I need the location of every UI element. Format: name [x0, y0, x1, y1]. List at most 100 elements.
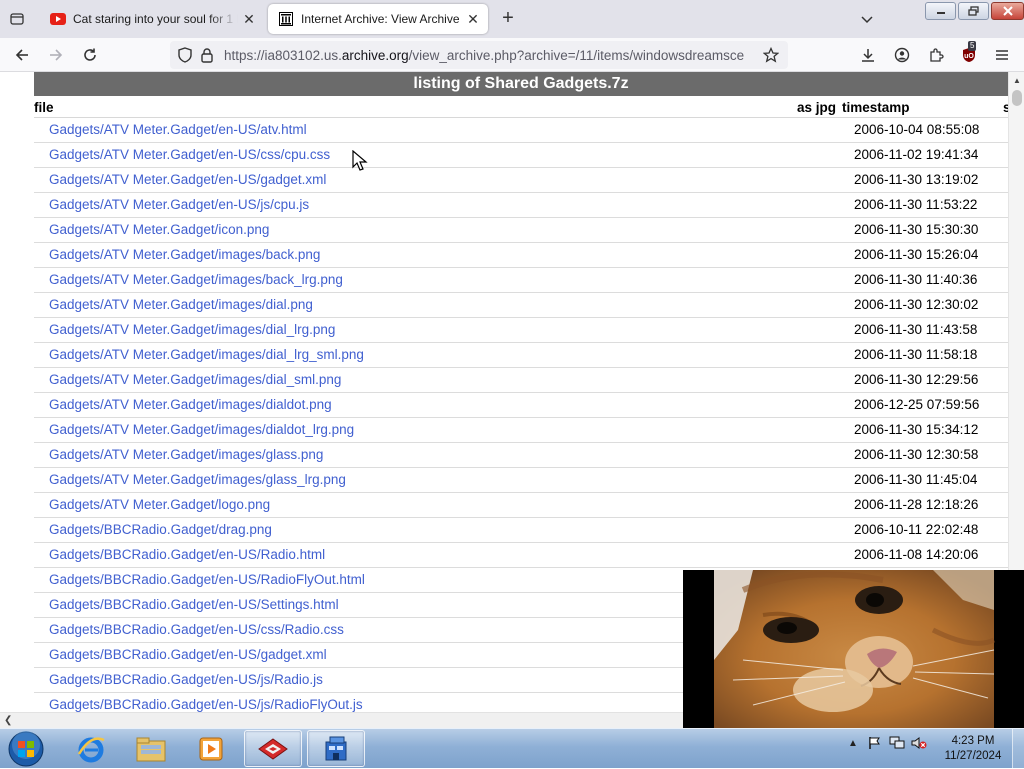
- reload-button[interactable]: [78, 43, 102, 67]
- tracking-protection-shield-icon[interactable]: [174, 44, 196, 66]
- file-link[interactable]: Gadgets/ATV Meter.Gadget/images/back_lrg…: [49, 272, 343, 287]
- network-icon[interactable]: [889, 735, 905, 751]
- scroll-up-arrow-icon[interactable]: ▲: [1013, 76, 1021, 85]
- file-link[interactable]: Gadgets/ATV Meter.Gadget/icon.png: [49, 222, 269, 237]
- downloads-button[interactable]: [856, 43, 880, 67]
- file-link[interactable]: Gadgets/ATV Meter.Gadget/images/dial_lrg…: [49, 322, 335, 337]
- table-row: Gadgets/ATV Meter.Gadget/images/glass.pn…: [34, 443, 1008, 468]
- hamburger-menu-icon: [996, 50, 1008, 60]
- ublock-origin-button[interactable]: uO 5: [957, 41, 981, 67]
- file-link[interactable]: Gadgets/BBCRadio.Gadget/en-US/gadget.xml: [49, 647, 327, 662]
- file-link[interactable]: Gadgets/BBCRadio.Gadget/en-US/Radio.html: [49, 547, 325, 562]
- timestamp-cell: 2006-11-30 11:40:36: [854, 272, 978, 287]
- reload-icon: [84, 48, 96, 61]
- taskbar-blue-app[interactable]: [307, 730, 365, 767]
- file-link[interactable]: Gadgets/ATV Meter.Gadget/images/dial.png: [49, 297, 313, 312]
- minimize-button[interactable]: [925, 2, 956, 20]
- page-title: listing of Shared Gadgets.7z: [34, 72, 1008, 96]
- navigation-toolbar: https://ia803102.us.archive.org/view_arc…: [0, 38, 1024, 72]
- clock-date: 11/27/2024: [944, 750, 1002, 762]
- table-row: Gadgets/ATV Meter.Gadget/images/dial_lrg…: [34, 343, 1008, 368]
- scroll-left-arrow-icon[interactable]: ❮: [4, 715, 12, 726]
- account-icon: [894, 47, 910, 63]
- url-path: /view_archive.php?archive=/11/items/wind…: [408, 47, 745, 63]
- show-hidden-icons-icon[interactable]: ▲: [845, 735, 861, 751]
- timestamp-cell: 2006-11-30 12:30:58: [854, 447, 979, 462]
- clock-time: 4:23 PM: [951, 735, 995, 747]
- table-row: Gadgets/ATV Meter.Gadget/images/dial.png…: [34, 293, 1008, 318]
- volume-muted-icon[interactable]: [911, 735, 927, 751]
- close-window-button[interactable]: [991, 2, 1024, 20]
- picture-in-picture-video[interactable]: [683, 570, 1024, 728]
- bookmark-star-button[interactable]: [760, 44, 782, 66]
- file-link[interactable]: Gadgets/ATV Meter.Gadget/images/dialdot.…: [49, 397, 332, 412]
- taskbar-windows-explorer[interactable]: [122, 730, 180, 767]
- file-link[interactable]: Gadgets/ATV Meter.Gadget/en-US/js/cpu.js: [49, 197, 309, 212]
- action-center-flag-icon[interactable]: [867, 735, 883, 751]
- back-button[interactable]: [10, 43, 34, 67]
- file-link[interactable]: Gadgets/ATV Meter.Gadget/logo.png: [49, 497, 270, 512]
- show-desktop-button[interactable]: [1012, 729, 1024, 769]
- timestamp-cell: 2006-10-04 08:55:08: [854, 122, 980, 137]
- timestamp-cell: 2006-11-30 11:53:22: [854, 197, 978, 212]
- url-text[interactable]: https://ia803102.us.archive.org/view_arc…: [224, 48, 759, 63]
- file-link[interactable]: Gadgets/ATV Meter.Gadget/images/dialdot_…: [49, 422, 354, 437]
- file-link[interactable]: Gadgets/ATV Meter.Gadget/images/glass_lr…: [49, 472, 346, 487]
- file-link[interactable]: Gadgets/ATV Meter.Gadget/en-US/gadget.xm…: [49, 172, 326, 187]
- table-row: Gadgets/ATV Meter.Gadget/icon.png 2006-11…: [34, 218, 1008, 243]
- youtube-icon: [50, 11, 66, 27]
- file-link[interactable]: Gadgets/ATV Meter.Gadget/images/back.png: [49, 247, 320, 262]
- media-player-icon: [199, 737, 223, 760]
- list-all-tabs-button[interactable]: [856, 9, 878, 29]
- taskbar-internet-explorer[interactable]: [62, 730, 120, 767]
- timestamp-cell: 2006-11-08 14:20:06: [854, 547, 979, 562]
- internet-explorer-icon: [77, 736, 105, 762]
- file-link[interactable]: Gadgets/ATV Meter.Gadget/images/dial_sml…: [49, 372, 341, 387]
- url-host: archive.org: [341, 47, 409, 63]
- app-menu-button[interactable]: [990, 43, 1014, 67]
- file-link[interactable]: Gadgets/BBCRadio.Gadget/en-US/js/Radio.j…: [49, 672, 323, 687]
- start-button[interactable]: [6, 731, 46, 767]
- file-link[interactable]: Gadgets/BBCRadio.Gadget/en-US/js/RadioFl…: [49, 697, 363, 712]
- file-link[interactable]: Gadgets/BBCRadio.Gadget/en-US/RadioFlyOu…: [49, 572, 365, 587]
- taskbar-red-app[interactable]: [244, 730, 302, 767]
- scrollbar-thumb[interactable]: [1012, 90, 1022, 106]
- svg-text:uO: uO: [964, 53, 974, 60]
- star-icon: [763, 47, 779, 63]
- windows-explorer-icon: [136, 737, 166, 761]
- column-header-timestamp: timestamp: [842, 100, 910, 115]
- new-tab-button[interactable]: +: [496, 8, 520, 30]
- blue-app-icon: [325, 736, 347, 760]
- system-clock[interactable]: 4:23 PM 11/27/2024: [940, 734, 1006, 764]
- file-link[interactable]: Gadgets/BBCRadio.Gadget/en-US/Settings.h…: [49, 597, 339, 612]
- close-tab-icon[interactable]: ✕: [462, 8, 484, 30]
- file-link[interactable]: Gadgets/ATV Meter.Gadget/en-US/atv.html: [49, 122, 307, 137]
- horizontal-scrollbar[interactable]: ❮: [0, 712, 684, 728]
- tab-internet-archive[interactable]: Internet Archive: View Archive ✕: [268, 4, 488, 34]
- tab-list-button[interactable]: [6, 8, 28, 30]
- file-link[interactable]: Gadgets/ATV Meter.Gadget/images/glass.pn…: [49, 447, 323, 462]
- restore-button[interactable]: [958, 2, 989, 20]
- account-button[interactable]: [890, 43, 914, 67]
- forward-button[interactable]: [44, 43, 68, 67]
- puzzle-piece-icon: [930, 48, 944, 62]
- close-tab-icon[interactable]: ✕: [238, 8, 260, 30]
- timestamp-cell: 2006-11-28 12:18:26: [854, 497, 979, 512]
- file-link[interactable]: Gadgets/ATV Meter.Gadget/images/dial_lrg…: [49, 347, 364, 362]
- timestamp-cell: 2006-11-30 11:45:04: [854, 472, 978, 487]
- extensions-button[interactable]: [924, 43, 948, 67]
- table-row: Gadgets/BBCRadio.Gadget/en-US/Radio.html…: [34, 543, 1008, 568]
- taskbar-media-player[interactable]: [182, 730, 240, 767]
- address-bar[interactable]: https://ia803102.us.archive.org/view_arc…: [170, 41, 788, 69]
- timestamp-cell: 2006-10-11 22:02:48: [854, 522, 979, 537]
- table-row: Gadgets/ATV Meter.Gadget/images/dialdot.…: [34, 393, 1008, 418]
- arrow-left-icon: [15, 49, 28, 61]
- timestamp-cell: 2006-11-30 13:19:02: [854, 172, 979, 187]
- tab-strip: Cat staring into your soul for 1 hour ✕ …: [0, 0, 1024, 38]
- tab-youtube[interactable]: Cat staring into your soul for 1 hour ✕: [40, 4, 264, 34]
- lock-icon[interactable]: [196, 44, 218, 66]
- close-icon: [1002, 6, 1013, 16]
- file-link[interactable]: Gadgets/BBCRadio.Gadget/drag.png: [49, 522, 272, 537]
- file-link[interactable]: Gadgets/BBCRadio.Gadget/en-US/css/Radio.…: [49, 622, 344, 637]
- file-link[interactable]: Gadgets/ATV Meter.Gadget/en-US/css/cpu.c…: [49, 147, 330, 162]
